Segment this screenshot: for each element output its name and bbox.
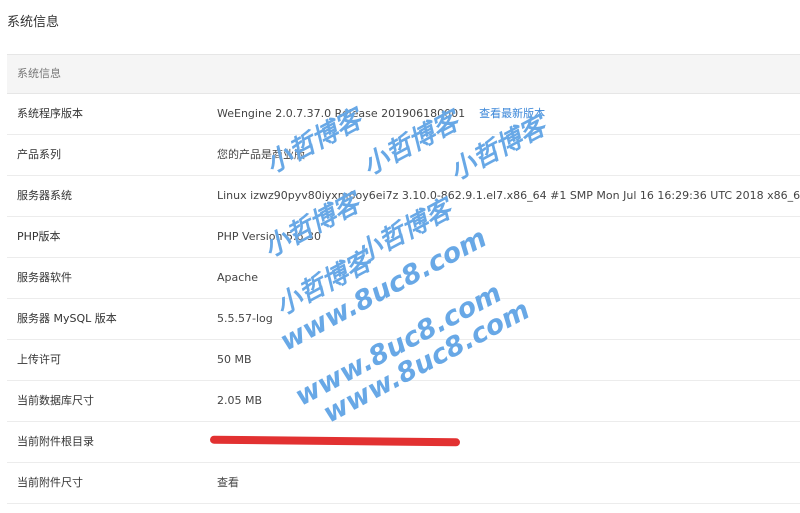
row-value: Linux izwz90pyv80iyxm6oy6ei7z 3.10.0-862…	[217, 189, 800, 202]
version-text: WeEngine 2.0.7.37.0 Release 201906180001	[217, 107, 466, 120]
row-program-version: 系统程序版本 WeEngine 2.0.7.37.0 Release 20190…	[7, 94, 800, 135]
row-value: 5.5.57-log	[217, 312, 273, 325]
row-label: 产品系列	[17, 148, 61, 161]
row-value: WeEngine 2.0.7.37.0 Release 201906180001…	[217, 94, 545, 134]
row-value: 2.05 MB	[217, 394, 263, 407]
row-attachment-root: 当前附件根目录	[7, 422, 800, 463]
panel-header: 系统信息	[7, 55, 800, 94]
row-mysql-version: 服务器 MySQL 版本 5.5.57-log	[7, 299, 800, 340]
row-server-software: 服务器软件 Apache	[7, 258, 800, 299]
row-php-version: PHP版本 PHP Version 5.6.30	[7, 217, 800, 258]
row-database-size: 当前数据库尺寸 2.05 MB	[7, 381, 800, 422]
row-value: Apache	[217, 271, 259, 284]
page-title: 系统信息	[7, 15, 60, 30]
row-label: 当前附件尺寸	[17, 476, 83, 489]
row-server-os: 服务器系统 Linux izwz90pyv80iyxm6oy6ei7z 3.10…	[7, 176, 800, 217]
row-label: 上传许可	[17, 353, 61, 366]
row-upload-limit: 上传许可 50 MB	[7, 340, 800, 381]
row-label: 当前数据库尺寸	[17, 394, 94, 407]
row-label: 当前附件根目录	[17, 435, 94, 448]
row-label: 服务器系统	[17, 189, 72, 202]
row-value: 您的产品是商业版	[217, 148, 305, 161]
row-label: PHP版本	[17, 230, 61, 243]
row-value: PHP Version 5.6.30	[217, 230, 321, 243]
row-label: 服务器软件	[17, 271, 72, 284]
row-value: 50 MB	[217, 353, 252, 366]
system-info-panel: 系统信息 系统程序版本 WeEngine 2.0.7.37.0 Release …	[7, 54, 800, 504]
view-attachment-size-link[interactable]: 查看	[217, 463, 239, 503]
row-label: 服务器 MySQL 版本	[17, 312, 117, 325]
row-attachment-size: 当前附件尺寸 查看	[7, 463, 800, 504]
check-latest-version-link[interactable]: 查看最新版本	[479, 107, 545, 120]
redaction-mark	[209, 435, 461, 447]
row-label: 系统程序版本	[17, 107, 83, 120]
row-product-series: 产品系列 您的产品是商业版	[7, 135, 800, 176]
